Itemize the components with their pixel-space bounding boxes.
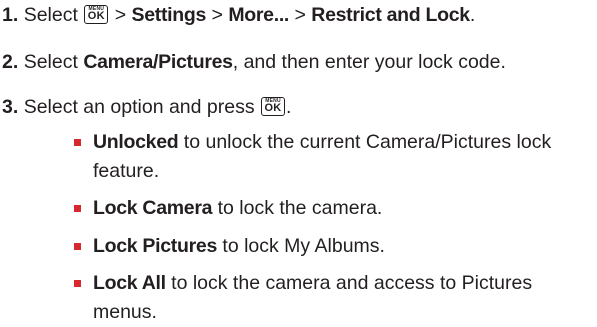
step-end: .: [469, 4, 476, 26]
step-1: 1. Select MENU OK > Settings > More... > …: [2, 3, 475, 27]
step-number: 2.: [2, 51, 19, 73]
option-description: to unlock the current Camera/Pictures lo…: [178, 131, 552, 153]
step-number: 1.: [2, 4, 19, 26]
menu-ok-key-icon: MENU OK: [261, 97, 286, 116]
menu-path-settings: Settings: [131, 4, 207, 26]
option-label: Lock Pictures: [93, 235, 217, 257]
option-description: to lock My Albums.: [216, 235, 385, 257]
path-separator: >: [114, 4, 127, 26]
option-unlocked: Unlocked to unlock the current Camera/Pi…: [74, 128, 573, 186]
path-separator: >: [294, 4, 306, 26]
option-label: Unlocked: [93, 131, 179, 153]
step-text: Select: [23, 4, 78, 26]
option-lock-all: Lock All to lock the camera and access t…: [74, 269, 573, 327]
step-3: 3. Select an option and press MENU OK.: [2, 95, 291, 119]
option-label: Lock Camera: [93, 197, 213, 219]
key-main-label: OK: [264, 102, 282, 114]
path-separator: >: [211, 4, 223, 26]
bullet-square-icon: [74, 139, 81, 146]
option-description-continued: feature.: [93, 160, 160, 182]
menu-path-more: More...: [228, 4, 290, 26]
menu-ok-key-icon: MENU OK: [84, 5, 109, 24]
step-text: , and then enter your lock code.: [232, 51, 506, 73]
instruction-page: 1. Select MENU OK > Settings > More... > …: [0, 0, 597, 323]
menu-path-restrict-and-lock: Restrict and Lock: [311, 4, 470, 26]
bullet-square-icon: [74, 243, 81, 250]
option-description-continued: menus.: [93, 301, 157, 323]
step-text: Select an option and press: [23, 96, 255, 118]
step-number: 3.: [2, 96, 19, 118]
step-2: 2. Select Camera/Pictures, and then ente…: [2, 50, 506, 74]
option-label: Lock All: [93, 272, 166, 294]
bullet-square-icon: [74, 205, 81, 212]
bullet-square-icon: [74, 280, 81, 287]
option-description: to lock the camera and access to Picture…: [165, 272, 533, 294]
option-description: to lock the camera.: [212, 197, 383, 219]
menu-camera-pictures: Camera/Pictures: [83, 51, 233, 73]
option-lock-pictures: Lock Pictures to lock My Albums.: [74, 232, 573, 261]
option-lock-camera: Lock Camera to lock the camera.: [74, 194, 573, 223]
key-main-label: OK: [87, 10, 105, 22]
step-end: .: [286, 96, 292, 118]
step-text: Select: [23, 51, 78, 73]
